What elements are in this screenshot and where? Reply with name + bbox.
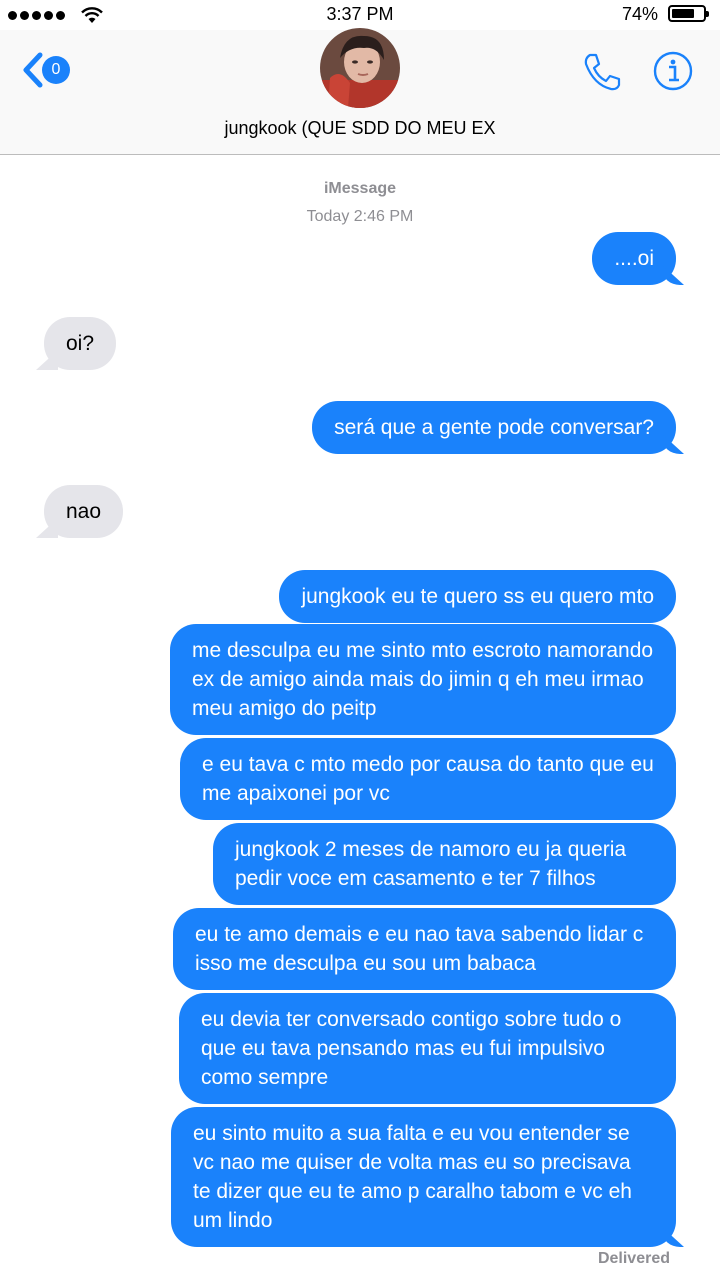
conversation-header: 0 jungkook (QUE SDD DO MEU EX <box>0 28 720 155</box>
back-chevron-icon <box>23 52 43 88</box>
status-bar: 3:37 PM 74% <box>0 0 720 30</box>
service-label: iMessage <box>323 180 397 197</box>
unread-badge: 0 <box>42 56 70 84</box>
message-bubble-outgoing[interactable]: jungkook eu te quero ss eu quero mto <box>279 570 676 623</box>
battery-icon <box>668 5 709 22</box>
message-bubble-outgoing[interactable]: ....oi <box>592 232 676 285</box>
message-bubble-incoming[interactable]: nao <box>44 485 124 538</box>
contact-name[interactable]: jungkook (QUE SDD DO MEU EX <box>0 118 720 139</box>
message-bubble-outgoing[interactable]: jungkook 2 meses de namoro eu ja queria … <box>213 823 676 905</box>
delivery-status: Delivered <box>597 1250 670 1267</box>
back-button[interactable]: 0 <box>22 52 70 88</box>
status-time: 3:37 PM <box>326 4 394 24</box>
message-bubble-outgoing[interactable]: eu sinto muito a sua falta e eu vou ente… <box>171 1107 676 1247</box>
message-bubble-outgoing[interactable]: eu devia ter conversado contigo sobre tu… <box>179 993 676 1104</box>
contact-avatar[interactable] <box>320 28 400 108</box>
message-bubble-incoming[interactable]: oi? <box>44 317 117 370</box>
message-bubble-outgoing[interactable]: será que a gente pode conversar? <box>312 401 676 454</box>
conversation-timestamp: Today 2:46 PM <box>306 208 414 225</box>
phone-icon[interactable] <box>580 50 624 94</box>
battery-percent: 74% <box>621 4 658 24</box>
info-icon[interactable] <box>652 50 694 92</box>
message-bubble-outgoing[interactable]: me desculpa eu me sinto mto escroto namo… <box>170 624 676 735</box>
message-bubble-outgoing[interactable]: e eu tava c mto medo por causa do tanto … <box>180 738 676 820</box>
message-bubble-outgoing[interactable]: eu te amo demais e eu nao tava sabendo l… <box>173 908 676 990</box>
